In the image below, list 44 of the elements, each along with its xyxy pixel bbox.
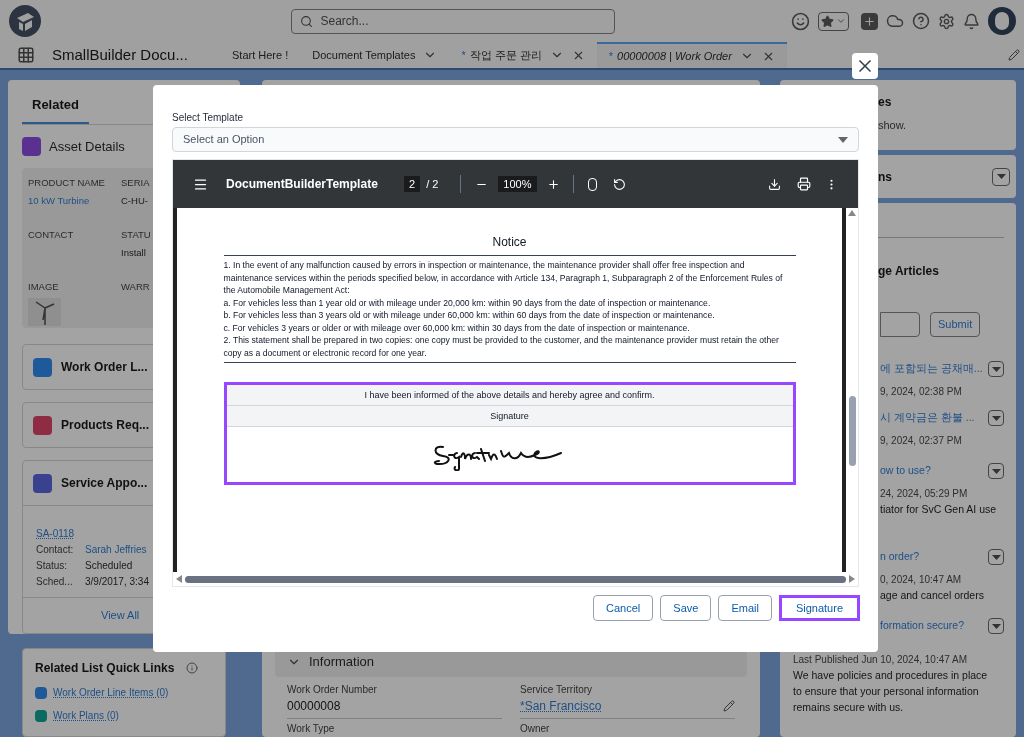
notice-paragraph: c. For vehicles 3 years or older or with mileage over 60,000 km: within 30 days from the date of inspection or maintenance.	[223, 321, 691, 334]
field-label: Work Type	[287, 722, 335, 736]
row-label: Sched...	[36, 575, 74, 589]
article-date: 24, 2024, 05:29 PM	[880, 487, 968, 501]
panel-title: ge Articles	[878, 264, 939, 278]
article-summary: age and cancel orders	[880, 588, 984, 603]
field-label: CONTACT	[28, 228, 74, 242]
article-date: 0, 2024, 10:47 AM	[880, 573, 962, 587]
field-value: C-HU-	[121, 194, 148, 209]
article-summary: tiator for SvC Gen AI use	[880, 502, 997, 517]
field-label: Owner	[520, 722, 550, 736]
notice-paragraph: 2. This statement shall be prepared in two copies: one copy must be provided to the customer, and the maintenance provider must retain the other copy as a document or electronic record for one year.	[223, 334, 780, 359]
article-date: Last Published Jun 10, 2024, 10:47 AM	[793, 653, 967, 667]
notice-paragraph: b. For vehicles less than 3 years old or with mileage under 60,000 km: within 60 days from the date of inspection or maintenance.	[223, 309, 716, 322]
field-label: WARR	[121, 280, 150, 294]
page-count: / 2	[426, 176, 439, 192]
notice-paragraph: a. For vehicles less than 1 year old or with mileage under 20,000 km: within 90 days from the date of inspection or maintenance.	[223, 296, 712, 309]
row-value: 3/9/2017, 3:34	[85, 575, 149, 589]
asset-details-title: Asset Details	[49, 137, 125, 156]
article-summary: We have policies and procedures in place to ensure that your personal information remains secure with us.	[793, 668, 989, 715]
app-name: SmallBuilder Docu...	[52, 44, 189, 65]
field-label: STATU	[121, 228, 151, 242]
field-label: PRODUCT NAME	[28, 176, 105, 190]
notice-heading: Notice	[491, 234, 528, 251]
panel-text: show.	[878, 118, 907, 133]
field-label: IMAGE	[28, 280, 59, 294]
document-title: DocumentBuilderTemplate	[226, 176, 379, 193]
quick-links-title: Related List Quick Links	[35, 660, 175, 677]
row-label: Status:	[36, 559, 69, 573]
field-label: Service Territory	[520, 683, 593, 697]
field-label: SERIA	[121, 176, 150, 190]
article-date: 9, 2024, 02:38 PM	[880, 385, 962, 399]
notice-paragraph: 1. In the event of any malfunction caused by errors in inspection or maintenance, the maintenance provider shall offer free inspection and maintenance services within the periods specified below, in accordance with Article 134, Paragraph 1, Subparagraph 2 of the Enforcement Rules of the Automobile Management Act:	[223, 259, 784, 297]
row-value: Scheduled	[85, 559, 133, 573]
row-label: Contact:	[36, 543, 75, 557]
panel-title: ns	[878, 168, 892, 186]
field-value: 00000008	[287, 698, 341, 715]
article-date: 9, 2024, 02:37 PM	[880, 434, 962, 448]
panel-title: es	[878, 94, 892, 111]
table-cell: I have been informed of the above details and hereby agree and confirm.	[226, 385, 793, 406]
table-cell: Signature	[226, 406, 793, 427]
select-label: Select Template	[172, 111, 243, 125]
field-label: Work Order Number	[287, 683, 377, 697]
field-value: Install	[121, 246, 146, 261]
